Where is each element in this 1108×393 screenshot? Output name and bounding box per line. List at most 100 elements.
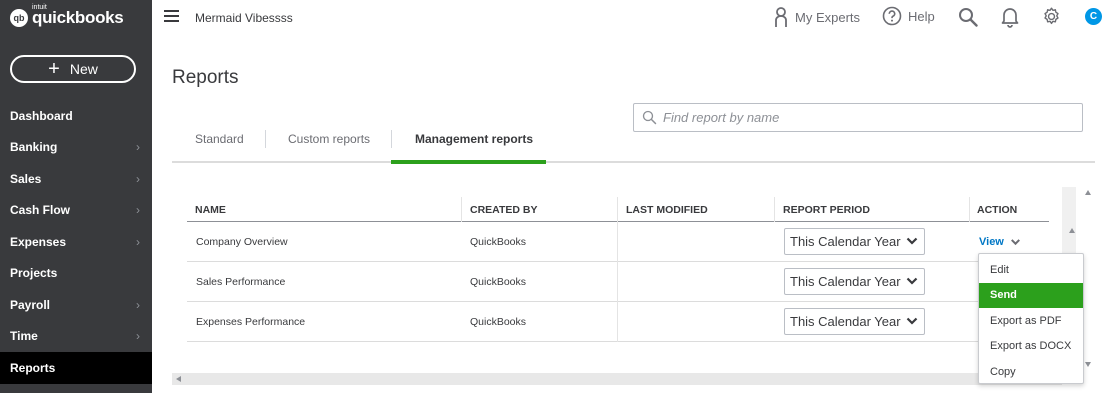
sidebar-item-banking[interactable]: Banking › — [0, 132, 152, 164]
chevron-right-icon: › — [136, 171, 140, 186]
my-experts-button[interactable]: My Experts — [773, 6, 860, 28]
chevron-right-icon: › — [136, 140, 140, 155]
sidebar-item-label: Banking — [10, 140, 58, 155]
new-button-label: New — [69, 61, 98, 77]
view-report-link[interactable]: View — [979, 236, 1021, 248]
page-title: Reports — [172, 67, 239, 88]
chevron-right-icon: › — [136, 297, 140, 312]
scroll-left-arrow-icon[interactable] — [176, 376, 181, 382]
tab-standard[interactable]: Standard — [195, 132, 244, 146]
plus-icon: + — [48, 58, 60, 80]
company-name: Mermaid Vibessss — [195, 11, 293, 25]
sidebar-item-label: Dashboard — [10, 108, 73, 123]
report-name[interactable]: Company Overview — [196, 236, 288, 248]
tab-divider — [265, 130, 266, 148]
action-menu: Edit Send Export as PDF Export as DOCX C… — [978, 253, 1084, 384]
chevron-right-icon: › — [136, 329, 140, 344]
table-header: NAME CREATED BY LAST MODIFIED REPORT PER… — [187, 197, 1049, 222]
sidebar-item-payroll[interactable]: Payroll › — [0, 289, 152, 321]
chevron-down-icon — [906, 277, 918, 285]
sidebar-nav: Dashboard Banking › Sales › Cash Flow › … — [0, 100, 152, 384]
sidebar-item-time[interactable]: Time › — [0, 321, 152, 353]
bell-icon[interactable] — [1001, 6, 1019, 33]
sidebar-item-label: Payroll — [10, 297, 51, 312]
sidebar-item-label: Time — [10, 329, 38, 344]
report-period-value: This Calendar Year — [790, 314, 901, 329]
tab-divider — [391, 130, 392, 148]
table-row[interactable]: Company Overview QuickBooks This Calenda… — [187, 222, 1049, 262]
sidebar-item-dashboard[interactable]: Dashboard — [0, 100, 152, 132]
avatar[interactable]: C — [1085, 8, 1102, 25]
menu-item-copy[interactable]: Copy — [979, 359, 1083, 385]
table-row[interactable]: Sales Performance QuickBooks This Calend… — [187, 262, 1049, 302]
column-header-name[interactable]: NAME — [195, 204, 226, 216]
report-period-value: This Calendar Year — [790, 274, 901, 289]
report-period-select[interactable]: This Calendar Year — [784, 308, 925, 335]
sidebar-item-label: Projects — [10, 266, 58, 281]
help-label: Help — [908, 8, 935, 24]
horizontal-scrollbar[interactable] — [172, 373, 1062, 385]
scroll-up-arrow-icon[interactable] — [1085, 190, 1091, 195]
column-divider — [617, 197, 618, 222]
column-divider — [617, 262, 618, 302]
question-circle-icon — [882, 6, 902, 26]
column-header-created-by[interactable]: CREATED BY — [470, 204, 537, 216]
menu-item-export-pdf[interactable]: Export as PDF — [979, 308, 1083, 334]
sidebar-item-expenses[interactable]: Expenses › — [0, 226, 152, 258]
column-divider — [617, 222, 618, 262]
table-row[interactable]: Expenses Performance QuickBooks This Cal… — [187, 302, 1049, 342]
search-icon[interactable] — [958, 7, 978, 32]
my-experts-label: My Experts — [795, 9, 861, 25]
chevron-right-icon: › — [136, 234, 140, 249]
logo-intuit-text: intuit — [32, 4, 47, 11]
chevron-right-icon: › — [136, 203, 140, 218]
search-icon — [642, 110, 657, 125]
sidebar-item-label: Sales — [10, 171, 42, 186]
chevron-down-icon — [906, 317, 918, 325]
column-divider — [617, 302, 618, 342]
quickbooks-logo[interactable]: qb intuit quickbooks — [10, 4, 124, 28]
column-divider — [461, 197, 462, 222]
sidebar-item-label: Expenses — [10, 234, 67, 249]
column-header-action: ACTION — [977, 204, 1018, 216]
scroll-down-arrow-icon[interactable] — [1085, 362, 1091, 367]
active-tab-indicator — [391, 160, 546, 164]
chevron-down-icon — [906, 237, 918, 245]
column-header-report-period[interactable]: REPORT PERIOD — [783, 204, 870, 216]
sidebar-item-sales[interactable]: Sales › — [0, 163, 152, 195]
column-divider — [969, 197, 970, 222]
report-name[interactable]: Sales Performance — [196, 276, 285, 288]
column-divider — [774, 197, 775, 222]
menu-item-edit[interactable]: Edit — [979, 257, 1083, 283]
sidebar-item-projects[interactable]: Projects — [0, 258, 152, 290]
report-period-select[interactable]: This Calendar Year — [784, 268, 925, 295]
tab-management-reports[interactable]: Management reports — [415, 132, 533, 146]
menu-item-export-docx[interactable]: Export as DOCX — [979, 334, 1083, 360]
hamburger-icon[interactable] — [164, 10, 179, 25]
help-button[interactable]: Help — [882, 6, 935, 26]
report-created-by: QuickBooks — [470, 316, 527, 328]
chevron-down-icon[interactable] — [1010, 237, 1021, 247]
tab-custom-reports[interactable]: Custom reports — [288, 132, 370, 146]
report-period-select[interactable]: This Calendar Year — [784, 228, 925, 255]
sidebar-item-label: Cash Flow — [10, 203, 71, 218]
scroll-up-arrow-icon[interactable] — [1069, 228, 1075, 233]
logo-wordmark: intuit quickbooks — [32, 4, 124, 28]
sidebar: qb intuit quickbooks + New Dashboard Ban… — [0, 0, 152, 393]
sidebar-item-label: Reports — [10, 360, 56, 375]
search-placeholder: Find report by name — [663, 110, 780, 125]
report-created-by: QuickBooks — [470, 236, 527, 248]
sidebar-item-cash-flow[interactable]: Cash Flow › — [0, 195, 152, 227]
person-icon — [775, 7, 787, 27]
quickbooks-logo-icon: qb — [10, 9, 28, 27]
report-period-value: This Calendar Year — [790, 234, 901, 249]
new-button[interactable]: + New — [10, 55, 136, 83]
menu-item-send[interactable]: Send — [979, 282, 1083, 308]
view-label: View — [979, 236, 1004, 248]
gear-icon[interactable] — [1041, 6, 1062, 32]
column-header-last-modified[interactable]: LAST MODIFIED — [626, 204, 708, 216]
report-name[interactable]: Expenses Performance — [196, 316, 305, 328]
report-tabs: Standard Custom reports Management repor… — [172, 125, 1095, 164]
sidebar-item-reports[interactable]: Reports — [0, 352, 152, 384]
reports-table: NAME CREATED BY LAST MODIFIED REPORT PER… — [187, 197, 1049, 342]
